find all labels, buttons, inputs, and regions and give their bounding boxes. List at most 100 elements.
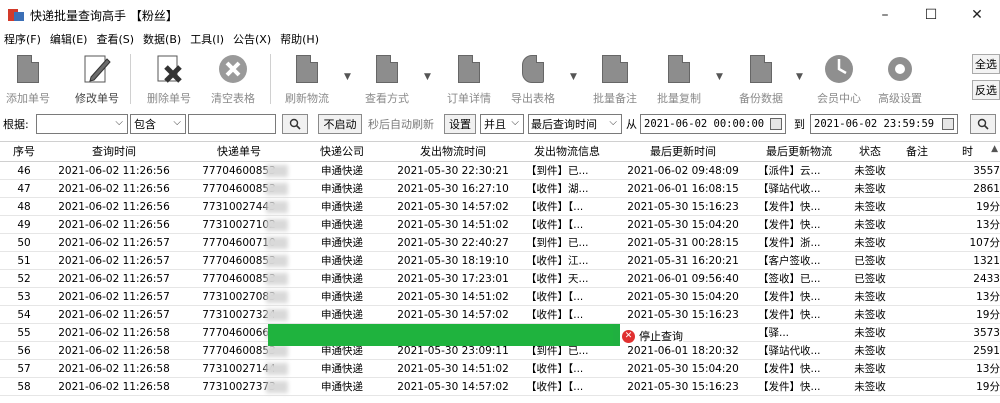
table-row[interactable]: 58 2021-06-02 11:26:58 77310027373 申通快递 2021… xyxy=(0,378,1000,396)
backup-data-label: 备份数据 xyxy=(739,92,783,105)
menu-edit[interactable]: 编辑(E) xyxy=(46,31,93,47)
order-detail-button[interactable]: 订单详情 xyxy=(442,48,496,110)
keyword-input[interactable] xyxy=(188,114,276,134)
header-courier[interactable]: 快递公司 xyxy=(298,142,386,162)
time-field-select[interactable]: 最后查询时间 ⌵ xyxy=(528,114,622,134)
chevron-down-icon[interactable]: ▼ xyxy=(570,72,577,82)
cell-status: 未签收 xyxy=(854,201,886,213)
select-all-button[interactable]: 全选 xyxy=(972,54,1000,74)
auto-refresh-toggle[interactable]: 不启动 xyxy=(318,114,362,134)
chevron-down-icon[interactable]: ▼ xyxy=(796,72,803,82)
redaction-blur xyxy=(266,363,288,375)
cell-last-update-time: 2021-06-01 16:08:15 xyxy=(627,183,739,195)
table-row[interactable]: 57 2021-06-02 11:26:58 77310027144 申通快递 2021… xyxy=(0,360,1000,378)
menu-data[interactable]: 数据(B) xyxy=(139,31,186,47)
cell-query-time: 2021-06-02 11:26:56 xyxy=(58,219,170,231)
refresh-logistics-label: 刷新物流 xyxy=(285,92,329,105)
cell-duration: 19分 xyxy=(976,381,1000,393)
cell-ship-info: 【到件】已... xyxy=(526,165,589,177)
app-icon xyxy=(8,7,24,23)
edit-tracking-label: 修改单号 xyxy=(75,92,119,105)
cell-last-update-time: 2021-05-30 15:16:23 xyxy=(627,309,739,321)
date-search-button[interactable] xyxy=(970,114,996,134)
table-row[interactable]: 54 2021-06-02 11:26:57 77310027324 申通快递 2021… xyxy=(0,306,1000,324)
table-row[interactable]: 50 2021-06-02 11:26:57 77704600710 申通快递 2021… xyxy=(0,234,1000,252)
cell-status: 未签收 xyxy=(854,237,886,249)
menu-help[interactable]: 帮助(H) xyxy=(276,31,324,47)
cell-index: 51 xyxy=(17,255,31,267)
view-mode-label: 查看方式 xyxy=(365,92,409,105)
close-button[interactable]: ✕ xyxy=(954,0,1000,30)
search-button[interactable] xyxy=(282,114,308,134)
cell-ship-info: 【到件】已... xyxy=(526,237,589,249)
view-mode-button[interactable]: 查看方式 xyxy=(360,48,414,110)
redaction-blur xyxy=(266,237,288,249)
table-row[interactable]: 47 2021-06-02 11:26:56 77704600853 申通快递 2021… xyxy=(0,180,1000,198)
cell-query-time: 2021-06-02 11:26:56 xyxy=(58,183,170,195)
invert-selection-button[interactable]: 反选 xyxy=(972,80,1000,100)
menu-view[interactable]: 查看(S) xyxy=(92,31,139,47)
batch-note-button[interactable]: 批量备注 xyxy=(588,48,642,110)
header-status[interactable]: 状态 xyxy=(846,142,894,162)
batch-note-label: 批量备注 xyxy=(593,92,637,105)
tracking-table[interactable]: 序号 查询时间 快递单号 快递公司 发出物流时间 发出物流信息 最后更新时间 最… xyxy=(0,141,1000,403)
cell-duration: 3573 xyxy=(973,327,1000,339)
scroll-up-icon[interactable]: ▲ xyxy=(991,144,998,154)
cell-last-update-time: 2021-05-30 15:16:23 xyxy=(627,201,739,213)
batch-copy-button[interactable]: 批量复制 xyxy=(652,48,706,110)
table-row[interactable]: 52 2021-06-02 11:26:57 77704600853 申通快递 2021… xyxy=(0,270,1000,288)
table-row[interactable]: 53 2021-06-02 11:26:57 77310027083 申通快递 2021… xyxy=(0,288,1000,306)
refresh-logistics-button[interactable]: 刷新物流 xyxy=(280,48,334,110)
maximize-button[interactable]: ☐ xyxy=(908,0,954,30)
match-mode-select[interactable]: 包含 ⌵ xyxy=(130,114,186,134)
table-row[interactable]: 49 2021-06-02 11:26:56 77310027102 申通快递 2021… xyxy=(0,216,1000,234)
order-detail-icon xyxy=(452,52,486,86)
chevron-down-icon[interactable]: ▼ xyxy=(424,72,431,82)
add-tracking-button[interactable]: 添加单号 xyxy=(4,48,52,110)
advanced-settings-button[interactable]: 高级设置 xyxy=(872,48,928,110)
logic-select[interactable]: 并且 ⌵ xyxy=(480,114,524,134)
auto-refresh-text: 秒后自动刷新 xyxy=(368,118,434,131)
table-row[interactable]: 48 2021-06-02 11:26:56 77310027443 申通快递 2021… xyxy=(0,198,1000,216)
cell-index: 52 xyxy=(17,273,31,285)
chevron-down-icon[interactable]: ▼ xyxy=(716,72,723,82)
header-ship-time[interactable]: 发出物流时间 xyxy=(386,142,520,162)
from-datetime-input[interactable]: 2021-06-02 00:00:00 xyxy=(640,114,786,134)
header-index[interactable]: 序号 xyxy=(0,142,48,162)
chevron-down-icon: ⌵ xyxy=(115,117,123,128)
menu-tools[interactable]: 工具(I) xyxy=(186,31,229,47)
header-tracking-number[interactable]: 快递单号 xyxy=(180,142,298,162)
settings-button[interactable]: 设置 xyxy=(444,114,476,134)
export-table-button[interactable]: 导出表格 xyxy=(506,48,560,110)
table-row[interactable]: 51 2021-06-02 11:26:57 77704600853 申通快递 2021… xyxy=(0,252,1000,270)
member-center-button[interactable]: 会员中心 xyxy=(812,48,866,110)
cell-courier: 申通快递 xyxy=(321,363,363,375)
cell-query-time: 2021-06-02 11:26:57 xyxy=(58,255,170,267)
toolbar: 添加单号 修改单号 删除单号 清空表格 刷新物流 ▼ 查看方式 ▼ 订单详情 导… xyxy=(0,48,1000,112)
cell-last-update-time: 2021-05-31 00:28:15 xyxy=(627,237,739,249)
chevron-down-icon[interactable]: ▼ xyxy=(344,72,351,82)
delete-tracking-button[interactable]: 删除单号 xyxy=(144,48,194,110)
calendar-icon[interactable] xyxy=(770,118,782,130)
basis-select[interactable]: ⌵ xyxy=(36,114,128,134)
menu-notice[interactable]: 公告(X) xyxy=(229,31,276,47)
header-query-time[interactable]: 查询时间 xyxy=(48,142,180,162)
backup-data-button[interactable]: 备份数据 xyxy=(734,48,788,110)
stop-query-label: 停止查询 xyxy=(639,330,683,343)
cell-note xyxy=(894,378,940,396)
calendar-icon[interactable] xyxy=(942,118,954,130)
header-note[interactable]: 备注 xyxy=(894,142,940,162)
stop-query-button[interactable]: ✕ 停止查询 xyxy=(620,326,683,346)
cell-note xyxy=(894,270,940,288)
menu-program[interactable]: 程序(F) xyxy=(0,31,46,47)
cell-index: 54 xyxy=(17,309,31,321)
cell-query-time: 2021-06-02 11:26:56 xyxy=(58,201,170,213)
clear-table-button[interactable]: 清空表格 xyxy=(206,48,260,110)
edit-tracking-button[interactable]: 修改单号 xyxy=(72,48,122,110)
header-last-update-time[interactable]: 最后更新时间 xyxy=(614,142,752,162)
minimize-button[interactable]: – xyxy=(862,0,908,30)
header-last-update-info[interactable]: 最后更新物流 xyxy=(752,142,846,162)
header-ship-info[interactable]: 发出物流信息 xyxy=(520,142,614,162)
to-datetime-input[interactable]: 2021-06-02 23:59:59 xyxy=(810,114,958,134)
table-row[interactable]: 46 2021-06-02 11:26:56 77704600853 申通快递 2021… xyxy=(0,162,1000,180)
